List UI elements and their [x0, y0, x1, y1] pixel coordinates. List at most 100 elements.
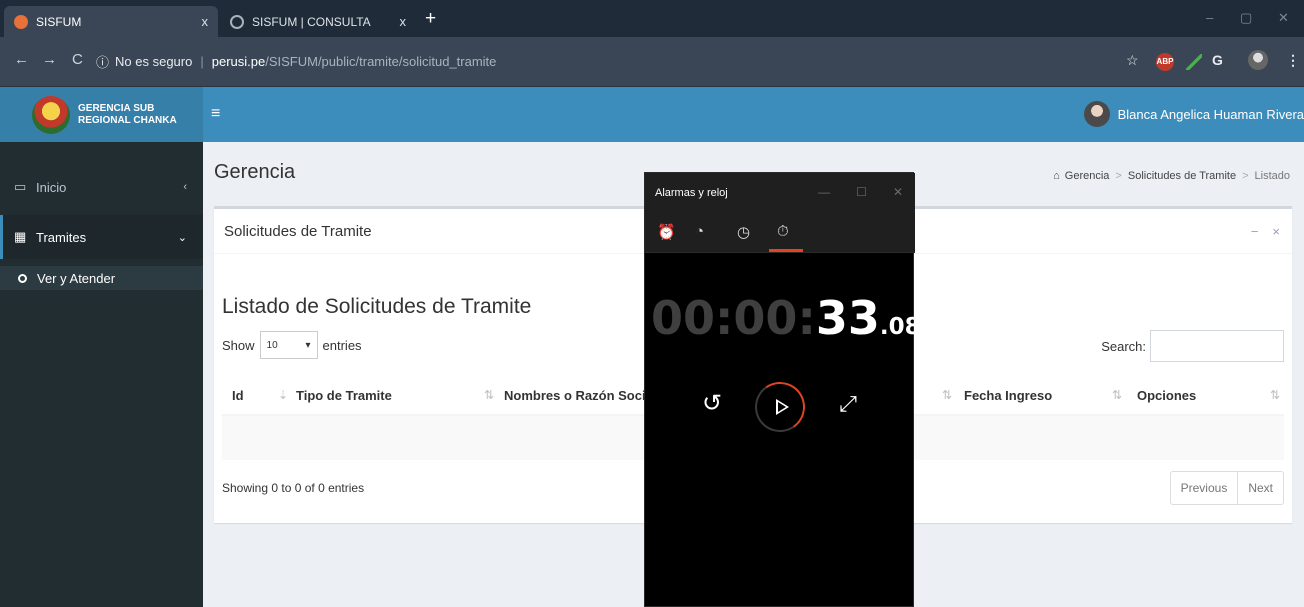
box-tools: − × [1251, 224, 1280, 239]
collapse-button[interactable]: − [1251, 224, 1259, 239]
browser-tab-sisfum[interactable]: SISFUM x [4, 6, 218, 37]
chevron-down-icon: ⌄ [177, 231, 187, 244]
sidebar-item-inicio[interactable]: ▭ Inicio ‹ [0, 165, 203, 209]
table-info: Showing 0 to 0 of 0 entries [222, 481, 365, 495]
address-separator: | [200, 53, 204, 69]
tab-title: SISFUM | CONSULTA [252, 14, 371, 29]
breadcrumb: ⌂ Gerencia > Solicitudes de Tramite > Li… [1053, 170, 1290, 182]
laptop-icon: ▭ [14, 179, 27, 194]
url-host: perusi.pe [211, 53, 266, 69]
list-title: Listado de Solicitudes de Tramite [222, 295, 532, 318]
sort-icon[interactable]: ⇅ [1112, 388, 1122, 402]
top-navbar: ≡ Blanca Angelica Huaman Rivera [203, 87, 1304, 142]
sidebar-item-tramites[interactable]: ▦ Tramites ⌄ [0, 215, 203, 259]
stopwatch-icon[interactable]: ⏱ [777, 223, 789, 240]
remove-button[interactable]: × [1272, 224, 1280, 239]
active-tab-indicator [769, 249, 803, 252]
play-icon [775, 399, 789, 415]
clock-close-button[interactable]: ✕ [893, 185, 903, 199]
show-label: Show [222, 337, 255, 353]
crest-logo-icon [32, 95, 70, 134]
address-bar[interactable]: ⓘ No es seguro | perusi.pe /SISFUM/publi… [96, 44, 1096, 78]
play-button[interactable] [751, 374, 809, 440]
adblock-icon[interactable]: ABP [1156, 53, 1174, 71]
clock-maximize-button[interactable]: ☐ [856, 185, 867, 199]
previous-button[interactable]: Previous [1171, 472, 1239, 504]
security-label: No es seguro [115, 53, 193, 69]
pagination: Previous Next [1169, 471, 1284, 505]
breadcrumb-item[interactable]: Gerencia [1065, 170, 1110, 182]
dashboard-icon: ⌂ [1053, 170, 1060, 182]
stopwatch-hours: 00 [651, 291, 716, 345]
column-fecha[interactable]: Fecha Ingreso [964, 388, 1052, 403]
reload-button[interactable]: C [72, 51, 83, 68]
alarm-icon[interactable]: ⏰ [657, 223, 676, 241]
clock-window-controls: — ☐ ✕ [818, 185, 903, 199]
window-close-button[interactable]: ✕ [1278, 10, 1289, 26]
app-logo[interactable]: GERENCIA SUB REGIONAL CHANKA [0, 87, 203, 142]
reset-button[interactable]: ↺ [697, 389, 727, 419]
grid-icon: ▦ [14, 229, 27, 244]
sort-icon[interactable]: ⇅ [942, 388, 952, 402]
bookmark-star-icon[interactable]: ☆ [1126, 52, 1139, 69]
profile-avatar[interactable] [1248, 50, 1268, 70]
clock-app-title: Alarmas y reloj [655, 187, 728, 199]
tab-close-button[interactable]: x [202, 14, 209, 29]
search-input[interactable] [1150, 330, 1284, 362]
clock-minimize-button[interactable]: — [818, 185, 830, 199]
user-menu[interactable]: Blanca Angelica Huaman Rivera [1083, 101, 1304, 127]
user-name: Blanca Angelica Huaman Rivera [1117, 106, 1304, 122]
browser-menu-icon[interactable]: ⋮ [1286, 52, 1300, 69]
box-title: Solicitudes de Tramite [224, 222, 372, 240]
stopwatch-sep: : [715, 291, 734, 345]
timer-icon[interactable]: ◷ [737, 223, 750, 241]
search-filter: Search: [1101, 330, 1284, 362]
logo-line-2: REGIONAL CHANKA [78, 114, 177, 126]
stopwatch-display: 00:00:33.08 [651, 291, 921, 345]
stopwatch-sep: : [797, 291, 816, 345]
google-extension-icon[interactable]: G [1212, 52, 1223, 68]
entries-select-value: 10 [266, 339, 278, 351]
entries-length: Show 10 ▾ entries [222, 331, 362, 359]
world-clock-icon[interactable]: ◔ [695, 223, 704, 240]
url-path: /SISFUM/public/tramite/solicitud_tramite [265, 53, 497, 69]
browser-toolbar: ← → C ⓘ No es seguro | perusi.pe /SISFUM… [0, 37, 1304, 87]
entries-select[interactable]: 10 ▾ [259, 331, 318, 359]
browser-tab-bar: SISFUM x SISFUM | CONSULTA x + – ▢ ✕ [0, 0, 1304, 37]
expand-icon: ⤢ [839, 391, 857, 416]
breadcrumb-sep: > [1115, 170, 1122, 182]
sidebar-item-label: Inicio [36, 179, 67, 195]
forward-button[interactable]: → [42, 51, 57, 68]
sort-icon[interactable]: ⇅ [484, 388, 494, 402]
sidebar-toggle-button[interactable]: ≡ [211, 105, 220, 123]
window-maximize-button[interactable]: ▢ [1240, 10, 1252, 26]
info-icon[interactable]: ⓘ [96, 52, 109, 71]
page-title: Gerencia [214, 161, 296, 183]
entries-label: entries [322, 337, 362, 353]
breadcrumb-item[interactable]: Solicitudes de Tramite [1128, 170, 1236, 182]
column-tipo[interactable]: Tipo de Tramite [296, 388, 392, 403]
expand-button[interactable]: ⤢ [833, 389, 863, 419]
stopwatch-centiseconds: .08 [879, 314, 921, 340]
chevron-left-icon: ‹ [183, 181, 187, 193]
circle-icon [18, 273, 27, 283]
column-id[interactable]: Id [232, 388, 244, 403]
search-label: Search: [1101, 338, 1146, 354]
next-button[interactable]: Next [1238, 472, 1283, 504]
breadcrumb-sep: > [1242, 170, 1249, 182]
sidebar-item-label: Tramites [36, 229, 87, 245]
back-button[interactable]: ← [14, 51, 29, 68]
column-nombres[interactable]: Nombres o Razón Social [504, 388, 656, 403]
sidebar-subitem-label: Ver y Atender [37, 270, 116, 286]
chevron-down-icon: ▾ [305, 339, 311, 351]
extension-pen-icon[interactable] [1186, 54, 1202, 70]
reset-icon: ↺ [701, 390, 723, 417]
sort-desc-icon[interactable]: ⇣ [278, 388, 288, 402]
sort-icon[interactable]: ⇅ [1270, 388, 1280, 402]
sidebar-subitem-ver-atender[interactable]: Ver y Atender [0, 266, 203, 290]
new-tab-button[interactable]: + [425, 9, 436, 28]
window-minimize-button[interactable]: – [1206, 10, 1213, 25]
tab-close-button[interactable]: x [400, 14, 407, 29]
browser-tab-consulta[interactable]: SISFUM | CONSULTA x [220, 6, 416, 37]
column-opciones[interactable]: Opciones [1137, 388, 1196, 403]
